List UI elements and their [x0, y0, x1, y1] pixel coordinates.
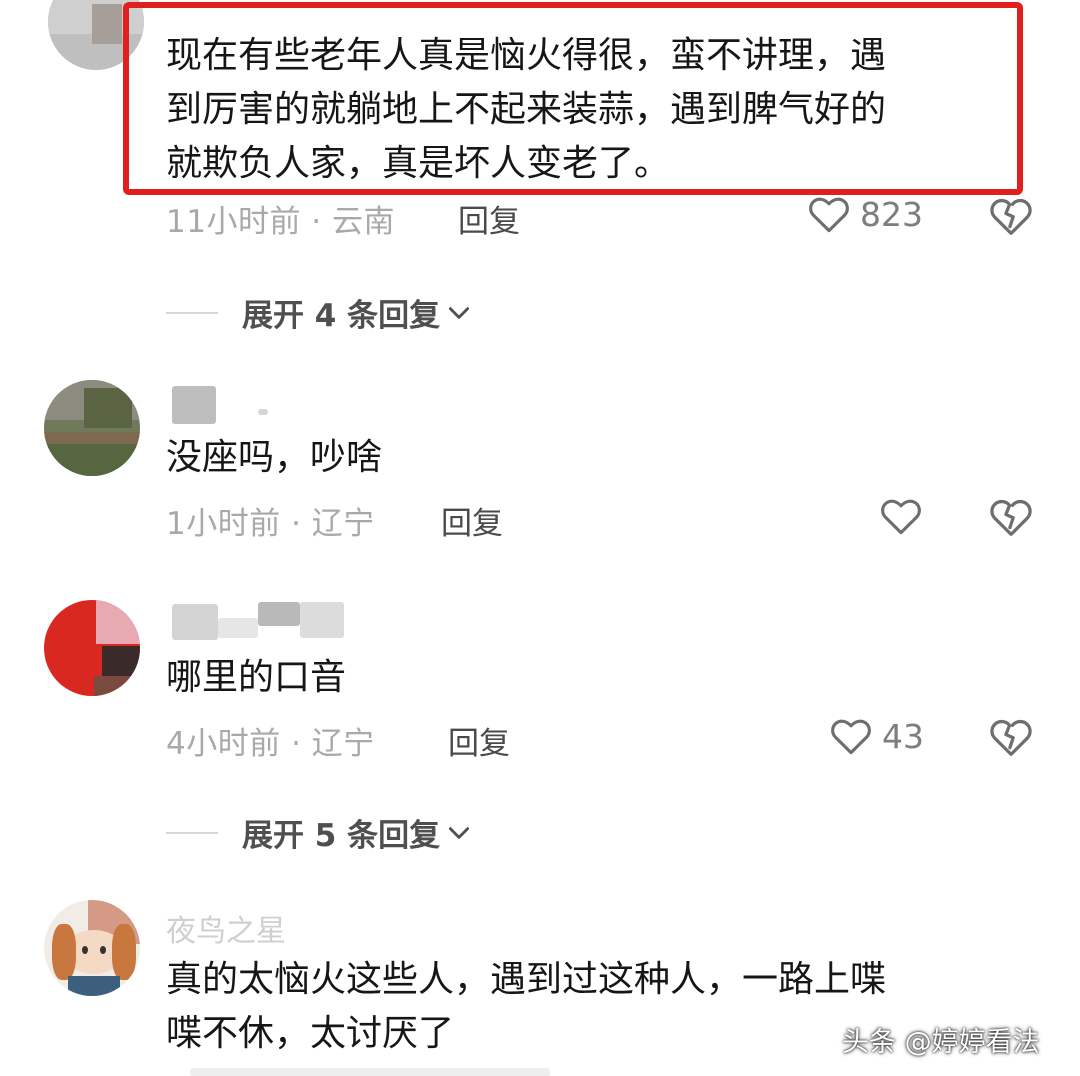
watermark: 头条 @婷婷看法 [842, 1027, 1040, 1058]
reply-button[interactable]: 回复 [441, 498, 503, 543]
heart-outline-icon [881, 499, 921, 535]
like-count: 43 [882, 716, 924, 756]
comment-line: 喋不休，太讨厌了 [166, 1013, 455, 1054]
expand-replies[interactable]: 展开 4 条回复 [166, 290, 472, 335]
comment-meta: 1小时前 · 辽宁 [166, 506, 375, 542]
comment-text: 哪里的口音 [166, 657, 347, 698]
like-count: 823 [860, 194, 923, 234]
avatar[interactable] [44, 900, 140, 996]
reply-button[interactable]: 回复 [448, 718, 510, 763]
like-button[interactable]: 43 [830, 716, 924, 756]
username-blurred [258, 602, 300, 626]
avatar[interactable] [44, 600, 140, 696]
username-blurred [218, 618, 258, 638]
heart-outline-icon [831, 719, 871, 755]
divider [166, 311, 218, 314]
divider [166, 831, 218, 834]
username-blurred [172, 604, 218, 640]
heart-outline-icon [809, 197, 849, 233]
broken-heart-icon[interactable] [989, 717, 1033, 757]
broken-heart-icon[interactable] [989, 497, 1033, 537]
username-blurred [300, 602, 344, 638]
comment-text: 没座吗，吵啥 [166, 437, 383, 478]
expand-replies-label: 展开 5 条回复 [242, 818, 441, 854]
expand-replies-label: 展开 4 条回复 [242, 298, 441, 334]
expand-replies[interactable]: 展开 5 条回复 [166, 810, 472, 855]
like-button[interactable] [880, 496, 932, 536]
comment-meta: 11小时前 · 云南 [166, 204, 396, 240]
comment-text: 真的太恼火这些人，遇到过这种人，一路上喋 喋不休，太讨厌了 [166, 953, 886, 1061]
username-blurred [172, 386, 216, 424]
chevron-down-icon [449, 306, 470, 319]
comment-line: 真的太恼火这些人，遇到过这种人，一路上喋 [166, 959, 887, 1000]
avatar[interactable] [44, 380, 140, 476]
comment-line: 到厉害的就躺地上不起来装蒜，遇到脾气好的 [166, 89, 887, 130]
chevron-down-icon [449, 826, 470, 839]
username-blurred [258, 409, 268, 415]
like-button[interactable]: 823 [808, 194, 923, 234]
username: 夜鸟之星 [166, 914, 286, 949]
comment-line: 现在有些老年人真是恼火得很，蛮不讲理，遇 [166, 35, 887, 76]
meta-cutoff [190, 1068, 550, 1076]
comment-text: 现在有些老年人真是恼火得很，蛮不讲理，遇 到厉害的就躺地上不起来装蒜，遇到脾气好… [166, 29, 886, 191]
comment-meta: 4小时前 · 辽宁 [166, 726, 375, 762]
broken-heart-icon[interactable] [989, 196, 1033, 236]
reply-button[interactable]: 回复 [458, 196, 520, 241]
comment-line: 就欺负人家，真是坏人变老了。 [166, 143, 671, 184]
